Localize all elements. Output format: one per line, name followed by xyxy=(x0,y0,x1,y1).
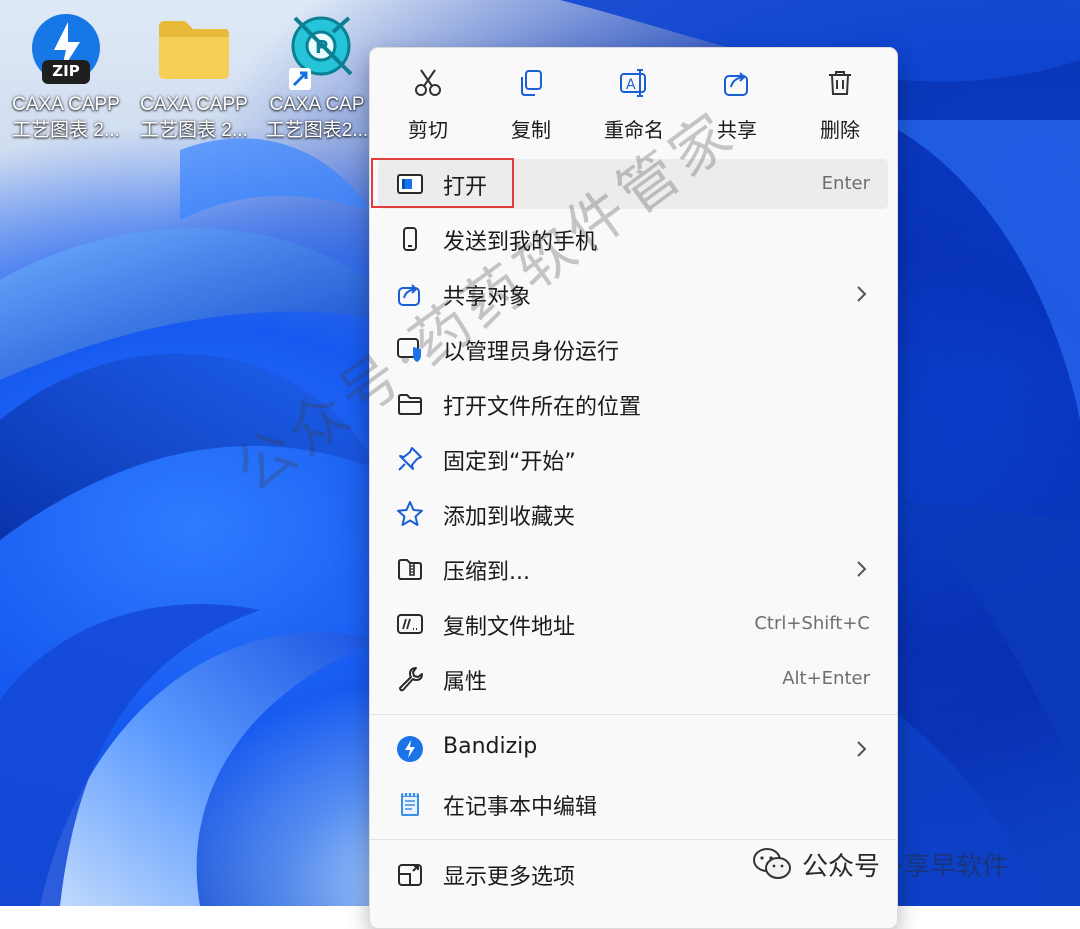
copy-button[interactable]: 复制 xyxy=(479,62,583,144)
menu-item-shortcut: Ctrl+Shift+C xyxy=(754,613,870,634)
context-menu-toolbar: 剪切 复制 A 重命名 共享 删除 xyxy=(370,48,897,152)
rename-icon: A xyxy=(620,69,646,97)
menu-item-label: 打开文件所在的位置 xyxy=(443,395,642,420)
folder-icon xyxy=(132,8,256,92)
scissors-icon xyxy=(415,69,441,96)
desktop-icon-zip[interactable]: ZIP CAXA CAPP 工艺图表 2... xyxy=(4,8,128,144)
zip-folder-icon xyxy=(398,559,422,580)
share-label: 共享 xyxy=(717,118,757,142)
rename-label: 重命名 xyxy=(604,118,664,142)
chevron-right-icon xyxy=(857,561,867,577)
cut-label: 剪切 xyxy=(408,118,448,142)
rename-button[interactable]: A 重命名 xyxy=(582,62,686,144)
desktop-icon-label: 工艺图表 2... xyxy=(12,120,120,141)
desktop-icon-caxa-capp[interactable]: P CAXA CAP 工艺图表2... xyxy=(262,8,372,144)
menu-item-label: 压缩到... xyxy=(443,560,530,585)
desktop-icon-label: CAXA CAPP xyxy=(140,94,248,115)
menu-item-add-to-favorites[interactable]: 添加到收藏夹 xyxy=(378,489,888,539)
shield-icon xyxy=(397,338,421,362)
menu-item-label: 复制文件地址 xyxy=(443,615,576,640)
menu-item-bandizip[interactable]: Bandizip xyxy=(378,724,888,774)
menu-item-copy-as-path[interactable]: 复制文件地址 Ctrl+Shift+C xyxy=(378,599,888,649)
desktop-icon-label: CAXA CAPP xyxy=(12,94,120,115)
menu-item-edit-in-notepad[interactable]: 在记事本中编辑 xyxy=(378,779,888,829)
phone-icon xyxy=(403,227,417,251)
trash-icon xyxy=(829,71,851,95)
menu-item-label: 在记事本中编辑 xyxy=(443,795,598,820)
folder-icon xyxy=(398,394,422,415)
share-button[interactable]: 共享 xyxy=(685,62,789,144)
menu-item-label: 固定到“开始” xyxy=(443,450,576,475)
wrench-icon xyxy=(399,667,423,692)
menu-separator xyxy=(370,714,897,715)
desktop-icon-folder[interactable]: CAXA CAPP 工艺图表 2... xyxy=(132,8,256,144)
menu-item-label: 添加到收藏夹 xyxy=(443,505,576,530)
zip-file-icon: ZIP xyxy=(4,8,128,92)
desktop-icon-label: 工艺图表 2... xyxy=(140,120,248,141)
menu-item-shortcut: Enter xyxy=(821,173,870,194)
menu-separator xyxy=(370,839,897,840)
menu-item-label: 发送到我的手机 xyxy=(443,230,598,255)
menu-item-pin-to-start[interactable]: 固定到“开始” xyxy=(378,434,888,484)
menu-item-label: 共享对象 xyxy=(443,285,532,310)
desktop-icon-label: 工艺图表2... xyxy=(265,120,369,141)
desktop-icon-label: CAXA CAP xyxy=(269,94,365,115)
bandizip-icon xyxy=(397,736,423,762)
copy-icon xyxy=(521,70,542,96)
menu-item-run-as-admin[interactable]: 以管理员身份运行 xyxy=(378,324,888,374)
star-icon xyxy=(397,501,423,526)
zip-badge: ZIP xyxy=(52,62,80,80)
bottom-watermark: 公众号 ·享早软件 xyxy=(752,844,1008,884)
copy-path-icon xyxy=(397,614,423,634)
share-icon xyxy=(724,72,748,96)
menu-item-label: 以管理员身份运行 xyxy=(443,340,620,365)
menu-item-share-with[interactable]: 共享对象 xyxy=(378,269,888,319)
chevron-right-icon xyxy=(857,741,867,757)
svg-text:A: A xyxy=(626,77,636,93)
notepad-icon xyxy=(401,793,419,816)
menu-item-label: 属性 xyxy=(443,670,488,695)
menu-item-label: 显示更多选项 xyxy=(443,865,576,890)
cut-button[interactable]: 剪切 xyxy=(376,62,480,144)
delete-label: 删除 xyxy=(820,118,860,142)
menu-item-label: Bandizip xyxy=(443,734,538,759)
menu-item-shortcut: Alt+Enter xyxy=(782,668,870,689)
watermark-prefix: 公众号 xyxy=(802,851,881,882)
share-icon xyxy=(398,284,420,306)
menu-item-compress-to[interactable]: 压缩到... xyxy=(378,544,888,594)
menu-item-send-to-phone[interactable]: 发送到我的手机 xyxy=(378,214,888,264)
menu-item-properties[interactable]: 属性 Alt+Enter xyxy=(378,654,888,704)
menu-item-open-file-location[interactable]: 打开文件所在的位置 xyxy=(378,379,888,429)
watermark-suffix: ·享早软件 xyxy=(896,851,1009,882)
wechat-icon xyxy=(753,848,791,879)
open-highlight-box xyxy=(371,158,514,208)
pin-icon xyxy=(398,447,422,471)
copy-label: 复制 xyxy=(511,118,551,142)
delete-button[interactable]: 删除 xyxy=(788,62,892,144)
chevron-right-icon xyxy=(857,286,867,302)
more-options-icon xyxy=(398,864,422,886)
caxa-capp-icon: P xyxy=(262,8,372,92)
